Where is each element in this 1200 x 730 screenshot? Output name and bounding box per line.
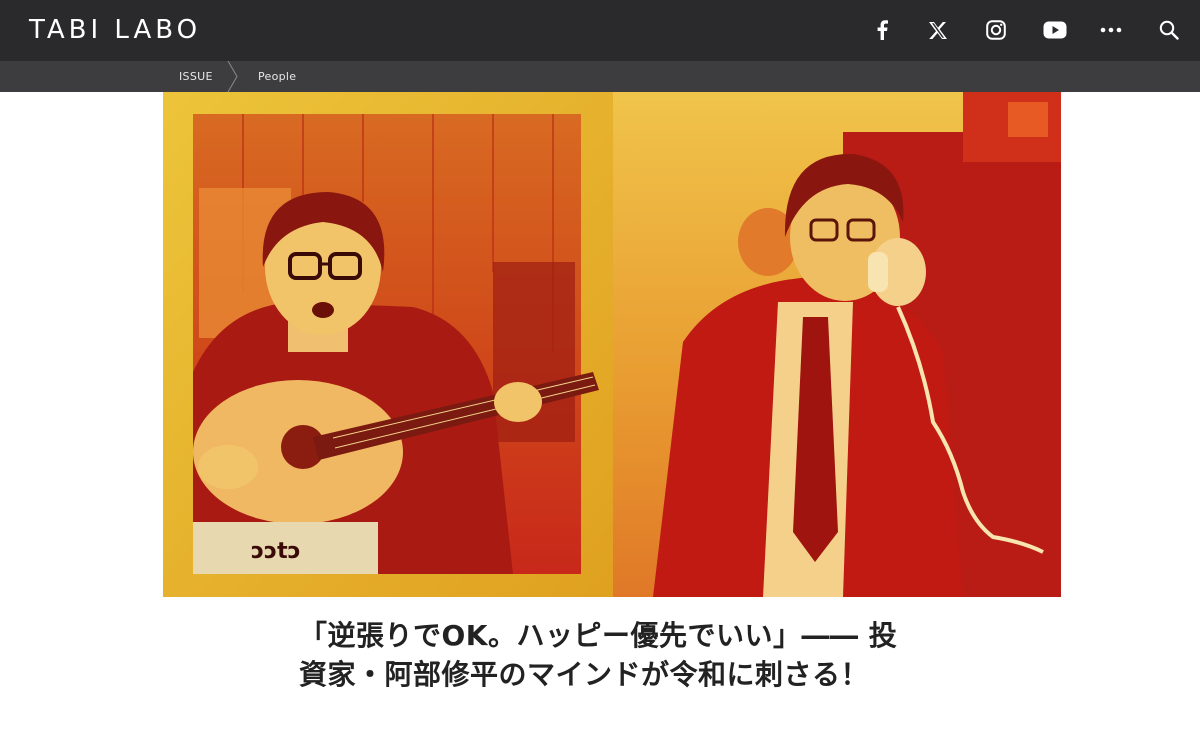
x-icon[interactable] [923, 15, 953, 45]
breadcrumb-item-issue[interactable]: ISSUE [179, 61, 213, 92]
search-icon[interactable] [1154, 15, 1184, 45]
site-logo[interactable]: TABI LABO [29, 14, 201, 46]
chevron-right-icon [227, 61, 238, 92]
more-icon[interactable] [1096, 15, 1126, 45]
instagram-icon[interactable] [981, 15, 1011, 45]
hero-photo-collage: ɔɔtɔ [163, 92, 1061, 597]
svg-text:ɔɔtɔ: ɔɔtɔ [251, 539, 301, 564]
breadcrumb-item-people[interactable]: People [258, 61, 296, 92]
top-navigation-bar: TABI LABO [0, 0, 1200, 61]
facebook-icon[interactable] [867, 15, 897, 45]
breadcrumb: ISSUE People [0, 61, 1200, 92]
hero-image: ɔɔtɔ [163, 92, 1061, 597]
youtube-icon[interactable] [1040, 15, 1070, 45]
article-title: 「逆張りでOK。ハッピー優先でいい」―― 投資家・阿部修平のマインドが令和に刺さ… [299, 619, 898, 691]
